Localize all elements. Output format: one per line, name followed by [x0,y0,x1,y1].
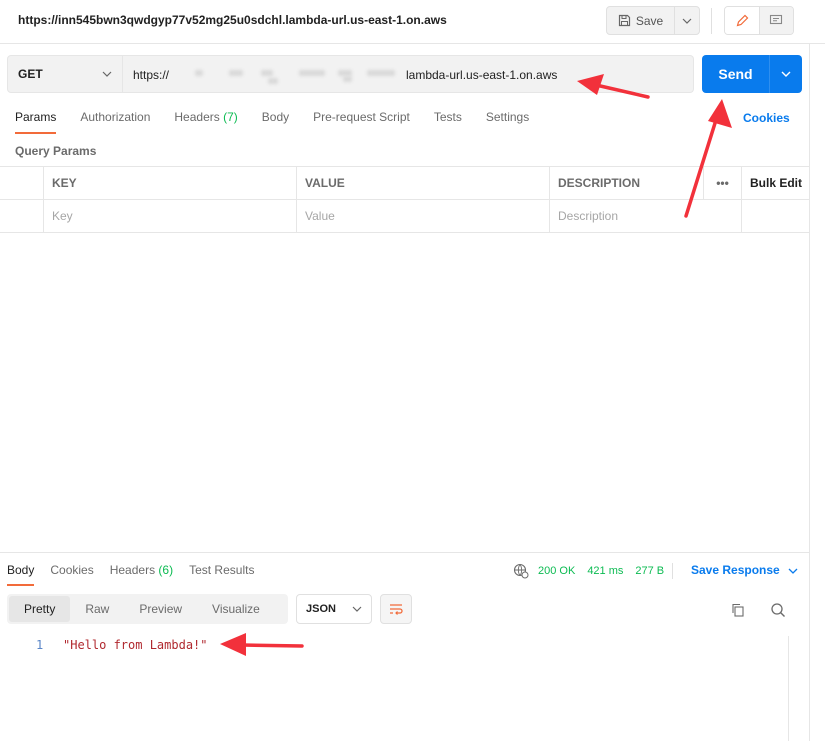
title-bar: https://inn545bwn3qwdgyp77v52mg25u0sdchl… [0,0,825,44]
response-tab-headers[interactable]: Headers (6) [110,563,173,586]
redacted-text [343,76,352,82]
wrap-lines-icon [390,604,403,615]
row-spacer [742,200,810,232]
tab-body[interactable]: Body [262,110,289,134]
params-table: KEY VALUE DESCRIPTION ••• Bulk Edit Key … [0,166,810,233]
redacted-text [229,70,243,76]
chevron-down-icon [682,18,692,24]
divider [672,563,674,579]
more-options-icon[interactable]: ••• [704,167,742,199]
comments-button[interactable] [758,7,793,34]
tab-pre-request-script[interactable]: Pre-request Script [313,110,410,134]
scrollbar[interactable] [788,636,789,741]
method-value: GET [18,67,43,81]
view-raw[interactable]: Raw [70,596,124,622]
view-mode-group: Pretty Raw Preview Visualize [7,594,288,624]
save-icon [618,14,630,27]
response-body-text: "Hello from Lambda!" [63,638,208,652]
chevron-down-icon [788,568,798,574]
format-select[interactable]: JSON [296,594,372,624]
annotation-arrow-body [220,633,304,656]
response-tab-body[interactable]: Body [7,563,35,586]
tab-headers[interactable]: Headers (7) [174,110,237,134]
view-pretty[interactable]: Pretty [9,596,71,622]
view-preview[interactable]: Preview [124,596,197,622]
edit-mode-button[interactable] [725,7,759,34]
send-options-button[interactable] [770,55,802,93]
wrap-lines-button[interactable] [380,594,412,624]
search-button[interactable] [766,598,790,622]
chevron-down-icon [781,71,791,77]
response-tab-cookies[interactable]: Cookies [50,563,93,586]
method-select[interactable]: GET [7,55,123,93]
tab-authorization[interactable]: Authorization [80,110,150,134]
url-input[interactable]: https:// lambda-url.us-east-1.on.aws [123,55,694,93]
table-row: Key Value Description [0,200,810,233]
save-button-group: Save [606,6,700,35]
column-header-description: DESCRIPTION [550,167,704,199]
tab-tests[interactable]: Tests [434,110,462,134]
search-icon [771,603,785,617]
response-meta: 200 OK 421 ms 277 B [513,563,674,579]
pencil-icon [736,14,749,26]
save-button[interactable]: Save [607,7,675,34]
row-checkbox-cell [0,200,44,232]
chevron-down-icon [352,606,362,612]
save-options-button[interactable] [675,7,699,34]
column-header-value: VALUE [297,167,550,199]
response-time[interactable]: 421 ms [587,565,623,577]
redacted-text [268,78,278,84]
response-size[interactable]: 277 B [635,565,664,577]
view-toggle [724,6,794,35]
pane-border [809,44,810,741]
save-label: Save [635,13,664,28]
globe-icon[interactable] [513,563,529,579]
key-input[interactable]: Key [44,200,297,232]
url-prefix: https:// [133,68,170,82]
url-host: lambda-url.us-east-1.on.aws [406,68,558,82]
response-tabs: Body Cookies Headers (6) Test Results [7,563,270,586]
bulk-edit-button[interactable]: Bulk Edit [742,167,810,199]
send-button[interactable]: Send [702,55,770,93]
value-input[interactable]: Value [297,200,550,232]
checkbox-column [0,167,44,199]
line-number: 1 [36,638,44,652]
tab-params[interactable]: Params [15,110,57,134]
request-tabs: Params Authorization Headers (7) Body Pr… [15,110,553,134]
comment-icon [770,14,783,25]
save-response-button[interactable]: Save Response [691,563,798,577]
view-visualize[interactable]: Visualize [197,596,275,622]
query-params-label: Query Params [15,144,97,158]
redacted-text [195,70,203,76]
response-divider[interactable] [0,552,810,553]
redacted-text [299,70,325,76]
chevron-down-icon [102,71,112,77]
table-header-row: KEY VALUE DESCRIPTION ••• Bulk Edit [0,167,810,200]
request-name[interactable]: https://inn545bwn3qwdgyp77v52mg25u0sdchl… [18,13,447,27]
cookies-link[interactable]: Cookies [743,111,790,125]
status-code[interactable]: 200 OK [538,565,575,577]
send-button-group: Send [702,55,802,93]
copy-button[interactable] [726,598,750,622]
copy-icon [732,603,744,617]
tab-settings[interactable]: Settings [486,110,529,134]
description-input[interactable]: Description [550,200,742,232]
format-value: JSON [306,603,336,615]
response-tab-test-results[interactable]: Test Results [189,563,254,586]
redacted-text [261,70,273,76]
column-header-key: KEY [44,167,297,199]
divider [711,8,712,34]
redacted-text [367,70,395,76]
